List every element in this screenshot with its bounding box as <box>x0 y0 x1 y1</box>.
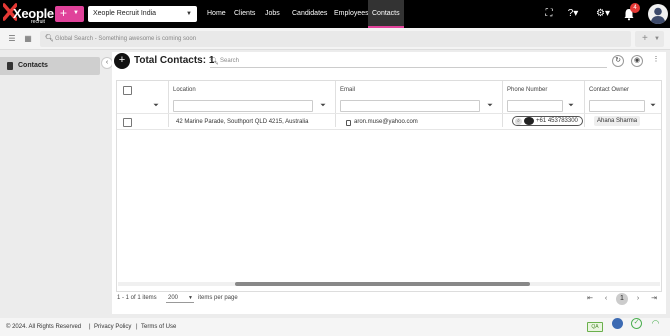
list-view-icon[interactable]: ☰ <box>7 34 17 44</box>
owner-chip: Ahana Sharma <box>594 116 641 126</box>
phone-number: +61 453783300 <box>536 118 578 124</box>
more-options-icon[interactable]: ⋮ <box>650 55 662 67</box>
column-header-email[interactable]: Email <box>340 87 355 93</box>
nav-jobs[interactable]: Jobs <box>265 0 280 28</box>
filter-icon[interactable]: ⏷ <box>317 100 329 112</box>
plus-icon: + <box>60 6 68 20</box>
check-circle-icon[interactable]: ✓ <box>631 318 642 329</box>
column-header-location[interactable]: Location <box>173 87 196 93</box>
copy-icon[interactable] <box>346 120 351 126</box>
user-icon <box>650 7 666 24</box>
pagination-bar: 1 - 1 of 1 items 200 ▼ items per page ⇤ … <box>116 292 662 306</box>
column-divider <box>584 81 585 127</box>
terms-of-use-link[interactable]: Terms of Use <box>141 318 176 336</box>
column-divider <box>502 81 503 127</box>
search-icon: 🔍︎ <box>210 58 219 65</box>
privacy-policy-link[interactable]: Privacy Policy <box>94 318 131 336</box>
page-size-value: 200 <box>168 295 179 301</box>
page-size-select[interactable]: 200 ▼ <box>166 293 194 303</box>
footer-separator: | <box>136 324 138 330</box>
fullscreen-icon[interactable]: ⛶ <box>542 7 556 21</box>
user-status-icon[interactable] <box>612 318 623 329</box>
contacts-table: Location Email Phone Number Contact Owne… <box>116 80 662 292</box>
chevron-down-icon: ▼ <box>73 10 79 16</box>
user-avatar[interactable] <box>648 4 668 24</box>
search-icon[interactable]: ⌕ <box>515 118 522 125</box>
footer-separator: | <box>89 324 91 330</box>
search-icon: 🔍︎ <box>45 35 54 42</box>
global-search-input[interactable]: 🔍︎ Global Search - Something awesome is … <box>40 31 631 47</box>
wifi-icon: ◠ <box>651 318 660 328</box>
row-divider <box>117 129 661 130</box>
grid-view-icon[interactable]: ▦ <box>23 34 33 44</box>
sidebar: Contacts <box>0 52 112 314</box>
email-filter-input[interactable] <box>340 100 480 112</box>
nav-candidates[interactable]: Candidates <box>292 0 327 28</box>
quick-add-button[interactable]: + ▼ <box>55 6 84 22</box>
location-filter-input[interactable] <box>173 100 313 112</box>
nav-clients[interactable]: Clients <box>234 0 255 28</box>
chevron-down-icon: ▼ <box>186 11 192 17</box>
contacts-search-input[interactable]: 🔍︎ Search <box>210 55 607 68</box>
filter-icon[interactable]: ⏷ <box>150 100 162 112</box>
settings-icon[interactable]: ⚙▾ <box>593 7 613 21</box>
row-divider <box>117 113 661 114</box>
company-name: Xeople Recruit India <box>93 10 157 17</box>
global-toolbar: ☰ ▦ 🔍︎ Global Search - Something awesome… <box>0 28 670 50</box>
nav-employees[interactable]: Employees <box>334 0 369 28</box>
row-checkbox[interactable] <box>123 118 132 127</box>
sidebar-item-label: Contacts <box>18 62 48 69</box>
phone-filter-input[interactable] <box>507 100 563 112</box>
nav-home[interactable]: Home <box>207 0 226 28</box>
next-page-icon[interactable]: › <box>632 293 644 305</box>
last-page-icon[interactable]: ⇥ <box>648 293 660 305</box>
previous-page-icon[interactable]: ‹ <box>600 293 612 305</box>
document-icon <box>7 62 13 70</box>
nav-contacts[interactable]: Contacts <box>368 0 404 28</box>
add-menu-button[interactable]: + ▼ <box>635 31 664 47</box>
view-settings-icon[interactable]: ◉ <box>631 55 643 67</box>
email-cell[interactable]: aron.muse@yahoo.com <box>354 119 418 125</box>
sidebar-item-contacts[interactable]: Contacts <box>0 57 100 75</box>
items-count: 1 - 1 of 1 items <box>117 295 157 301</box>
page-title: Total Contacts: 1 <box>134 55 215 66</box>
notification-badge: 4 <box>630 3 640 13</box>
contacts-search-placeholder: Search <box>220 58 240 64</box>
phone-chip[interactable]: ⌕ +61 453783300 <box>512 116 583 126</box>
xeople-logo[interactable]: Xeople recruit <box>3 2 54 26</box>
column-header-owner[interactable]: Contact Owner <box>589 87 629 93</box>
column-header-phone[interactable]: Phone Number <box>507 87 547 93</box>
filter-icon[interactable]: ⏷ <box>565 100 577 112</box>
column-divider <box>335 81 336 127</box>
plus-icon: + <box>642 33 648 44</box>
current-page-button[interactable]: 1 <box>616 293 628 305</box>
logo-subtext: recruit <box>31 19 45 25</box>
first-page-icon[interactable]: ⇤ <box>584 293 596 305</box>
add-contact-button[interactable]: + <box>114 53 130 69</box>
chevron-down-icon: ▼ <box>654 36 660 42</box>
column-divider <box>168 81 169 127</box>
location-cell: 42 Marine Parade, Southport QLD 4215, Au… <box>176 119 309 125</box>
chat-icon[interactable] <box>524 117 534 125</box>
select-all-checkbox[interactable] <box>123 86 132 95</box>
contacts-panel: + Total Contacts: 1 🔍︎ Search ↻ ◉ ⋮ Loca… <box>112 52 666 314</box>
items-per-page-label: items per page <box>198 295 238 301</box>
footer: © 2024. All Rights Reserved | Privacy Po… <box>0 318 670 336</box>
global-search-placeholder: Global Search - Something awesome is com… <box>55 36 197 42</box>
chevron-down-icon: ▼ <box>188 295 193 301</box>
horizontal-scrollbar[interactable] <box>118 282 660 286</box>
filter-icon[interactable]: ⏷ <box>484 100 496 112</box>
refresh-icon[interactable]: ↻ <box>612 55 624 67</box>
help-icon[interactable]: ?▾ <box>564 7 582 21</box>
qa-badge: QA <box>587 322 603 332</box>
filter-icon[interactable]: ⏷ <box>647 100 659 112</box>
scrollbar-thumb[interactable] <box>235 282 530 286</box>
company-selector[interactable]: Xeople Recruit India ▼ <box>88 6 197 22</box>
owner-filter-input[interactable] <box>589 100 645 112</box>
copyright-text: © 2024. All Rights Reserved <box>6 324 82 330</box>
top-navigation-bar: Xeople recruit + ▼ Xeople Recruit India … <box>0 0 670 28</box>
